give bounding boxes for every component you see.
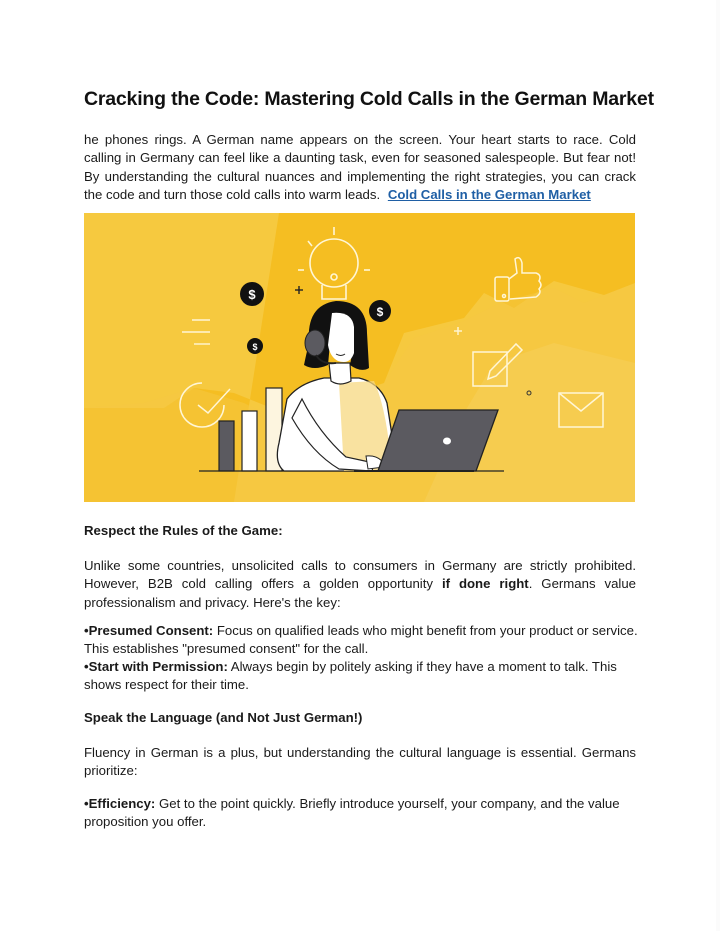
page-edge [716, 0, 720, 931]
bullet-label: Start with Permission: [88, 659, 228, 674]
svg-text:$: $ [252, 342, 257, 352]
rules-text-bold: if done right [441, 576, 529, 592]
section-heading-rules: Respect the Rules of the Game: [84, 523, 283, 538]
bullet-text: Get to the point quickly. Briefly introd… [84, 796, 620, 830]
intro-paragraph: he phones rings. A German name appears o… [84, 131, 636, 204]
language-paragraph: Fluency in German is a plus, but underst… [84, 745, 636, 779]
svg-text:$: $ [377, 305, 384, 319]
hero-illustration: $ $ $ [84, 213, 635, 502]
bullet-efficiency: •Efficiency: Get to the point quickly. B… [84, 795, 644, 832]
dollar-coin-icon: $ [240, 282, 264, 306]
bullet-start-with-permission: •Start with Permission: Always begin by … [84, 658, 644, 695]
svg-text:$: $ [248, 287, 256, 302]
bullet-presumed-consent: •Presumed Consent: Focus on qualified le… [84, 622, 644, 659]
page-title: Cracking the Code: Mastering Cold Calls … [84, 88, 654, 110]
section-heading-language: Speak the Language (and Not Just German!… [84, 710, 363, 725]
bullet-label: Presumed Consent: [88, 623, 214, 638]
rules-paragraph: Unlike some countries, unsolicited calls… [84, 557, 636, 612]
dollar-coin-icon: $ [369, 300, 391, 322]
bullet-label: Efficiency: [88, 796, 156, 811]
dollar-coin-icon: $ [247, 338, 263, 354]
cold-calls-link[interactable]: Cold Calls in the German Market [388, 187, 591, 202]
